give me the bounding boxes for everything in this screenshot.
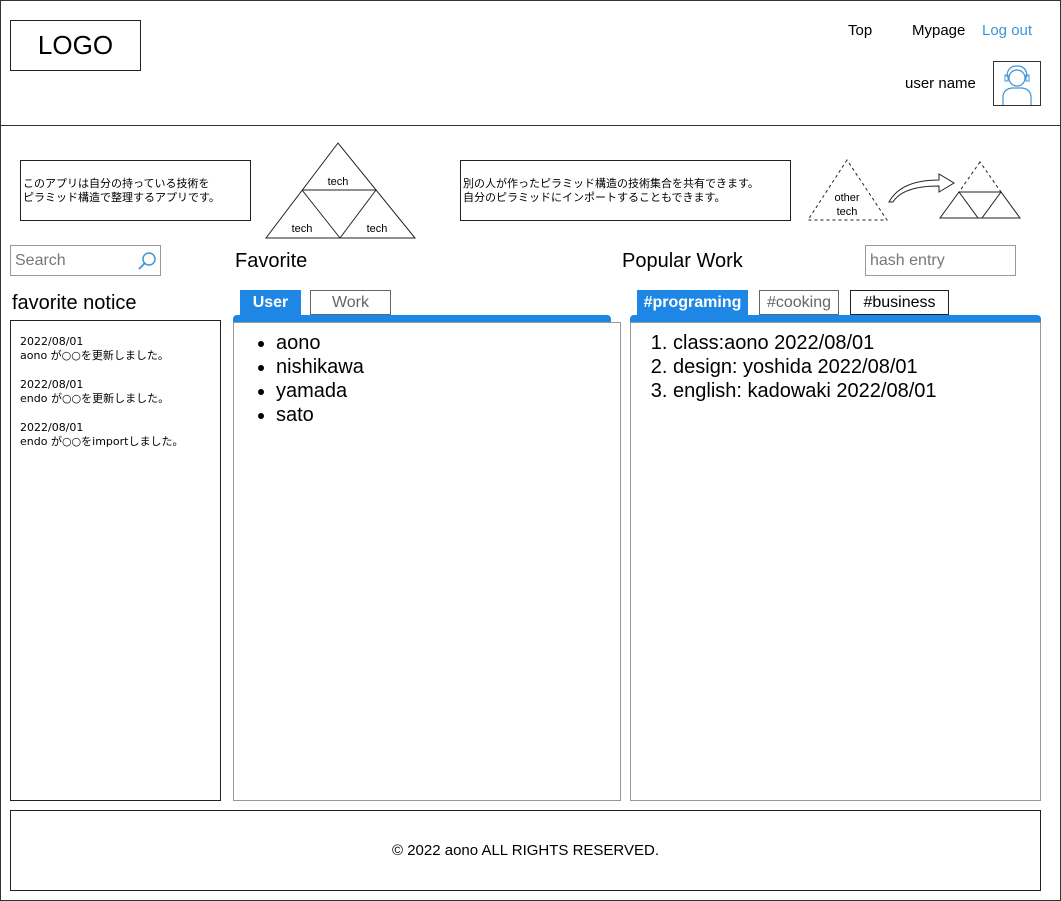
nav-top-link[interactable]: Top	[848, 22, 872, 39]
tab-user[interactable]: User	[240, 290, 301, 315]
nav-logout-link[interactable]: Log out	[982, 22, 1032, 39]
tab-business[interactable]: #business	[850, 290, 949, 315]
notice-text: aono が○○を更新しました。	[20, 349, 169, 362]
intro-desc1-line1: このアプリは自分の持っている技術を	[23, 176, 210, 190]
pyramid-label-right: tech	[367, 223, 388, 235]
notice-text: endo が○○を更新しました。	[20, 392, 170, 405]
notice-item: 2022/08/01 aono が○○を更新しました。	[20, 335, 211, 363]
import-diagram: other tech	[807, 159, 1021, 221]
favorite-user-item[interactable]: nishikawa	[276, 355, 620, 379]
hash-entry-box[interactable]	[865, 245, 1016, 276]
nav-mypage-link[interactable]: Mypage	[912, 22, 965, 39]
favorite-user-item[interactable]: yamada	[276, 379, 620, 403]
intro-desc2-line1: 別の人が作ったピラミッド構造の技術集合を共有できます。	[463, 176, 759, 190]
favorite-user-item[interactable]: sato	[276, 403, 620, 427]
import-arrow-icon	[888, 173, 955, 203]
pyramid-label-left: tech	[292, 223, 313, 235]
popular-work-item[interactable]: class:aono 2022/08/01	[673, 331, 1040, 355]
favorite-notice-title: favorite notice	[12, 292, 137, 314]
tab-programing[interactable]: #programing	[637, 290, 748, 315]
popular-work-list: class:aono 2022/08/01 design: yoshida 20…	[631, 331, 1040, 403]
notice-date: 2022/08/01	[20, 335, 84, 348]
avatar[interactable]	[993, 61, 1041, 106]
search-input[interactable]	[15, 251, 135, 270]
notice-date: 2022/08/01	[20, 421, 84, 434]
copyright-text: © 2022 aono ALL RIGHTS RESERVED.	[391, 842, 660, 859]
intro-description-1: このアプリは自分の持っている技術を ピラミッド構造で整理するアプリです。	[20, 160, 251, 221]
search-icon[interactable]	[136, 250, 158, 272]
popular-panel-bar	[630, 315, 1041, 322]
favorite-panel-bar	[233, 315, 611, 322]
notice-date: 2022/08/01	[20, 378, 84, 391]
notice-item: 2022/08/01 endo が○○を更新しました。	[20, 378, 211, 406]
pyramid-diagram: tech tech tech	[264, 142, 417, 239]
notice-text: endo が○○をimportしました。	[20, 435, 184, 448]
user-avatar-icon	[1002, 65, 1032, 105]
favorite-title: Favorite	[235, 250, 308, 272]
intro-description-2: 別の人が作ったピラミッド構造の技術集合を共有できます。 自分のピラミッドにインポ…	[460, 160, 791, 221]
notice-item: 2022/08/01 endo が○○をimportしました。	[20, 421, 211, 449]
favorite-user-item[interactable]: aono	[276, 331, 620, 355]
intro-desc1-line2: ピラミッド構造で整理するアプリです。	[23, 190, 220, 204]
other-label-1: other	[834, 192, 859, 204]
popular-work-item[interactable]: design: yoshida 2022/08/01	[673, 355, 1040, 379]
footer: © 2022 aono ALL RIGHTS RESERVED.	[10, 810, 1041, 891]
pyramid-label-top: tech	[328, 176, 349, 188]
intro-desc2-line2: 自分のピラミッドにインポートすることもできます。	[463, 190, 726, 204]
tab-work[interactable]: Work	[310, 290, 391, 315]
popular-work-title: Popular Work	[622, 250, 743, 272]
hash-entry-input[interactable]	[870, 251, 990, 270]
user-name: user name	[905, 75, 976, 92]
tab-cooking[interactable]: #cooking	[759, 290, 839, 315]
favorite-notice-panel: 2022/08/01 aono が○○を更新しました。 2022/08/01 e…	[10, 320, 221, 801]
search-box[interactable]	[10, 245, 161, 276]
logo[interactable]: LOGO	[10, 20, 141, 71]
other-label-2: tech	[837, 206, 858, 218]
favorite-user-list: aono nishikawa yamada sato	[234, 331, 620, 427]
popular-work-item[interactable]: english: kadowaki 2022/08/01	[673, 379, 1040, 403]
favorite-panel: aono nishikawa yamada sato	[233, 322, 621, 801]
header	[0, 0, 1061, 126]
popular-panel: class:aono 2022/08/01 design: yoshida 20…	[630, 322, 1041, 801]
